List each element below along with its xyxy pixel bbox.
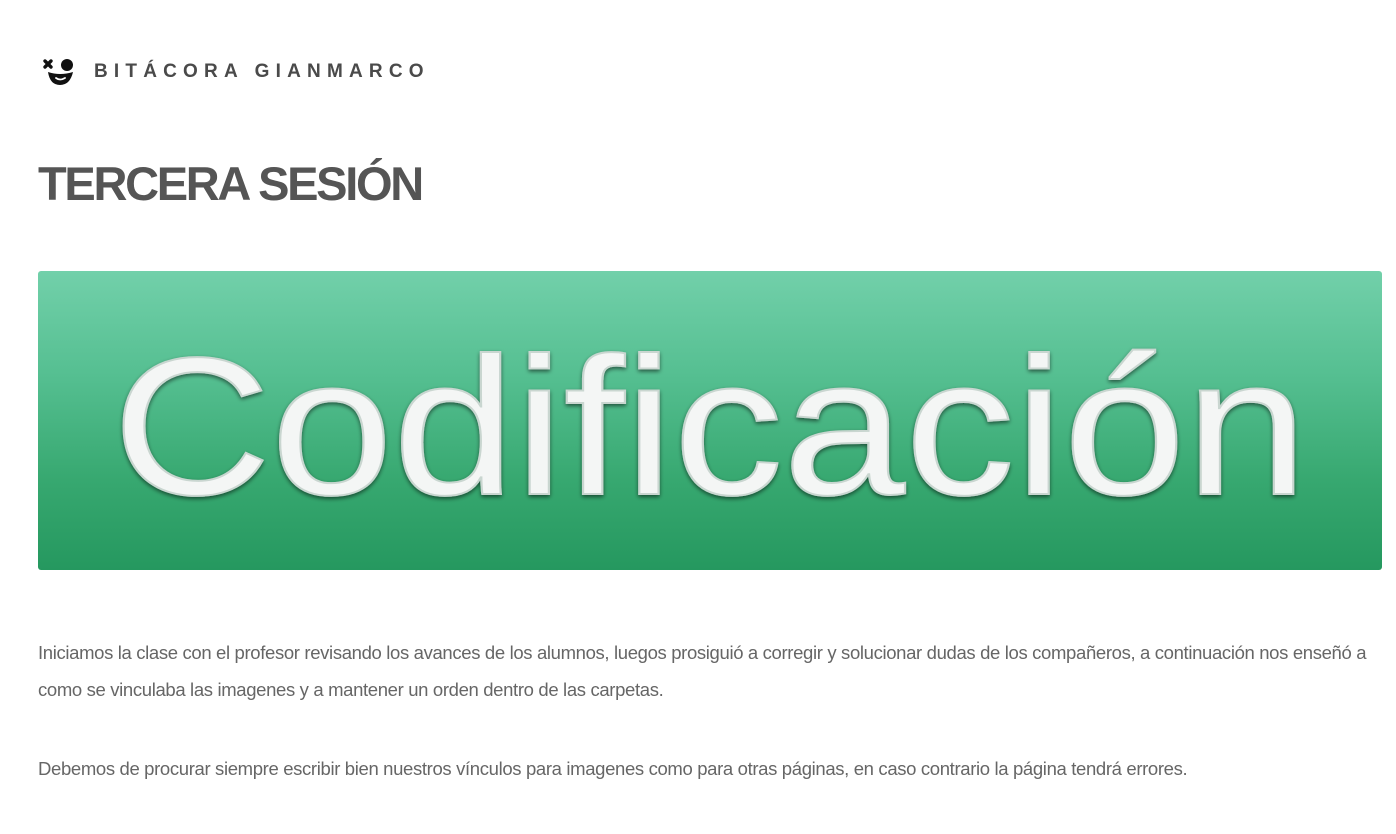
banner-text: Codificación	[113, 317, 1308, 536]
content-paragraph-1: Iniciamos la clase con el profesor revis…	[38, 642, 1367, 700]
page-title: TERCERA SESIÓN	[38, 157, 424, 210]
site-header: BITÁCORA GIANMARCO	[42, 56, 430, 88]
bitacora-logo-icon[interactable]	[42, 57, 76, 87]
site-title-link[interactable]: BITÁCORA GIANMARCO	[94, 56, 430, 88]
content-paragraph-2: Debemos de procurar siempre escribir bie…	[38, 758, 1188, 779]
codificacion-banner-image: Codificación	[38, 271, 1382, 570]
post-content: Iniciamos la clase con el profesor revis…	[38, 634, 1378, 829]
